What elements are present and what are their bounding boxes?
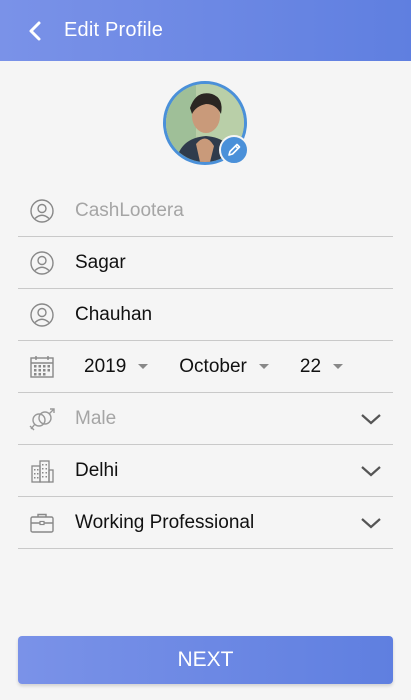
chevron-left-icon xyxy=(29,21,41,40)
first-name-input[interactable]: Sagar xyxy=(75,252,126,274)
briefcase-icon xyxy=(28,509,56,537)
page-title: Edit Profile xyxy=(64,19,164,41)
dob-field: 2019 October 22 xyxy=(18,341,393,393)
username-input[interactable]: CashLootera xyxy=(75,200,184,222)
user-icon xyxy=(28,249,56,277)
chevron-down-icon xyxy=(359,511,383,535)
back-button[interactable] xyxy=(18,13,54,49)
caret-down-icon xyxy=(138,364,149,369)
dob-year-value: 2019 xyxy=(84,355,127,377)
dob-day-value: 22 xyxy=(299,355,322,377)
gender-icon xyxy=(28,405,56,433)
dob-day-select[interactable]: 22 xyxy=(299,355,344,378)
edit-avatar-button[interactable] xyxy=(219,135,249,165)
caret-down-icon xyxy=(258,364,269,369)
username-field[interactable]: CashLootera xyxy=(18,185,393,237)
gender-select[interactable]: Male xyxy=(18,393,393,445)
occupation-select[interactable]: Working Professional xyxy=(18,497,393,549)
last-name-field[interactable]: Chauhan xyxy=(18,289,393,341)
app-header: Edit Profile xyxy=(0,0,411,61)
occupation-value: Working Professional xyxy=(75,511,255,533)
user-icon xyxy=(28,301,56,329)
pencil-icon xyxy=(228,143,241,156)
chevron-down-icon xyxy=(359,459,383,483)
city-value: Delhi xyxy=(75,459,119,481)
next-button[interactable]: NEXT xyxy=(18,636,393,684)
city-icon xyxy=(28,457,56,485)
dob-month-select[interactable]: October xyxy=(179,356,269,378)
calendar-icon xyxy=(28,353,56,381)
first-name-field[interactable]: Sagar xyxy=(18,237,393,289)
chevron-down-icon xyxy=(359,407,383,431)
city-select[interactable]: Delhi xyxy=(18,445,393,497)
dob-year-select[interactable]: 2019 xyxy=(84,355,149,378)
profile-avatar-container xyxy=(163,81,249,165)
gender-value: Male xyxy=(75,407,117,429)
last-name-input[interactable]: Chauhan xyxy=(75,304,152,326)
dob-month-value: October xyxy=(179,355,247,377)
caret-down-icon xyxy=(333,364,344,369)
user-icon xyxy=(28,197,56,225)
